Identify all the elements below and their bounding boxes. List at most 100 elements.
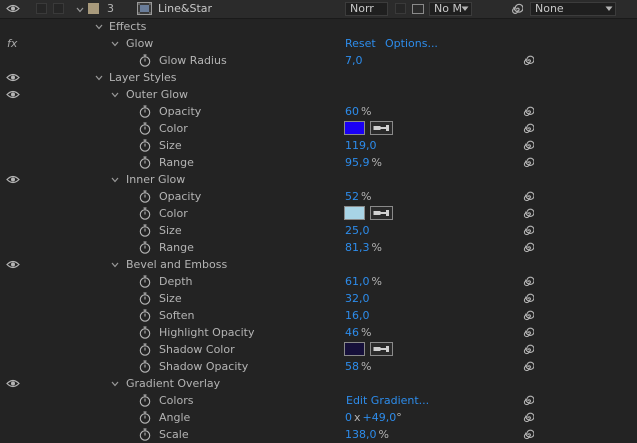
eyedropper-button[interactable]	[370, 342, 393, 356]
eye-icon[interactable]	[6, 379, 20, 388]
expression-pick-whip-icon[interactable]	[522, 225, 534, 237]
eye-icon[interactable]	[6, 4, 20, 13]
property-value[interactable]: 138,0%	[345, 426, 389, 443]
options-link[interactable]: Options...	[385, 35, 438, 52]
property-value[interactable]: 52%	[345, 188, 371, 205]
property-row-shadow-opacity[interactable]: Shadow Opacity 58%	[0, 358, 637, 375]
property-value[interactable]: 58%	[345, 358, 371, 375]
color-swatch[interactable]	[344, 121, 365, 135]
property-row-range[interactable]: Range 81,3%	[0, 239, 637, 256]
stopwatch-icon[interactable]	[139, 360, 151, 373]
value-number[interactable]: 138,0	[345, 428, 377, 441]
expression-pick-whip-icon[interactable]	[522, 208, 534, 220]
property-row-colors[interactable]: Colors Edit Gradient...	[0, 392, 637, 409]
property-row-glow[interactable]: fx Glow Reset Options...	[0, 35, 637, 52]
value-number[interactable]: 119,0	[345, 139, 377, 152]
reset-link[interactable]: Reset	[345, 35, 376, 52]
color-swatch[interactable]	[344, 206, 365, 220]
property-row-soften[interactable]: Soften 16,0	[0, 307, 637, 324]
property-row-effects[interactable]: Effects	[0, 18, 637, 35]
chevron-down-icon[interactable]	[95, 74, 103, 82]
expression-pick-whip-icon[interactable]	[522, 395, 534, 407]
chevron-down-icon[interactable]	[111, 176, 119, 184]
property-value[interactable]: 60%	[345, 103, 371, 120]
property-value[interactable]: 0 x +49,0°	[345, 409, 402, 426]
expression-pick-whip-icon[interactable]	[522, 310, 534, 322]
expression-pick-whip-icon[interactable]	[522, 429, 534, 441]
property-value[interactable]: 81,3%	[345, 239, 382, 256]
value-number[interactable]: 0	[345, 411, 352, 424]
chevron-down-icon[interactable]	[111, 40, 119, 48]
eye-icon[interactable]	[6, 90, 20, 99]
stopwatch-icon[interactable]	[139, 241, 151, 254]
chevron-down-icon[interactable]	[461, 6, 469, 12]
eyedropper-button[interactable]	[370, 206, 393, 220]
eye-icon[interactable]	[6, 260, 20, 269]
fx-toggle-icon[interactable]: fx	[7, 35, 17, 52]
property-row-shadow-color[interactable]: Shadow Color	[0, 341, 637, 358]
stopwatch-icon[interactable]	[139, 428, 151, 441]
property-row-size[interactable]: Size 119,0	[0, 137, 637, 154]
stopwatch-icon[interactable]	[139, 122, 151, 135]
preserve-transparency-box[interactable]	[395, 3, 406, 14]
property-row-inner-glow[interactable]: Inner Glow	[0, 171, 637, 188]
edit-gradient-link[interactable]: Edit Gradient...	[346, 392, 429, 409]
property-row-size[interactable]: Size 32,0	[0, 290, 637, 307]
expression-pick-whip-icon[interactable]	[522, 55, 534, 67]
value-number[interactable]: 25,0	[345, 224, 370, 237]
expression-pick-whip-icon[interactable]	[522, 327, 534, 339]
property-row-layer-styles[interactable]: Layer Styles	[0, 69, 637, 86]
expression-pick-whip-icon[interactable]	[522, 276, 534, 288]
property-row-angle[interactable]: Angle 0 x +49,0°	[0, 409, 637, 426]
blend-mode-dropdown[interactable]: Norr	[345, 2, 388, 16]
layer-header-row[interactable]: 3 Line&Star Norr No M None	[0, 0, 637, 19]
stopwatch-icon[interactable]	[139, 105, 151, 118]
property-row-glow-radius[interactable]: Glow Radius 7,0	[0, 52, 637, 69]
property-value[interactable]: 46%	[345, 324, 371, 341]
stopwatch-icon[interactable]	[139, 54, 151, 67]
property-row-gradient-overlay[interactable]: Gradient Overlay	[0, 375, 637, 392]
property-row-range[interactable]: Range 95,9%	[0, 154, 637, 171]
stopwatch-icon[interactable]	[139, 309, 151, 322]
chevron-down-icon[interactable]	[111, 91, 119, 99]
value-degrees[interactable]: +49,0	[363, 411, 397, 424]
value-number[interactable]: 52	[345, 190, 359, 203]
stopwatch-icon[interactable]	[139, 156, 151, 169]
value-number[interactable]: 7,0	[345, 54, 363, 67]
value-number[interactable]: 95,9	[345, 156, 370, 169]
chevron-down-icon[interactable]	[605, 6, 613, 12]
expression-pick-whip-icon[interactable]	[522, 293, 534, 305]
property-value[interactable]: 25,0	[345, 222, 370, 239]
value-number[interactable]: 46	[345, 326, 359, 339]
property-row-scale[interactable]: Scale 138,0%	[0, 426, 637, 443]
eye-icon[interactable]	[6, 175, 20, 184]
stopwatch-icon[interactable]	[139, 326, 151, 339]
stopwatch-icon[interactable]	[139, 224, 151, 237]
property-row-depth[interactable]: Depth 61,0%	[0, 273, 637, 290]
property-value[interactable]: 95,9%	[345, 154, 382, 171]
value-number[interactable]: 61,0	[345, 275, 370, 288]
property-row-outer-glow[interactable]: Outer Glow	[0, 86, 637, 103]
pick-whip-icon[interactable]	[510, 3, 523, 16]
property-row-color[interactable]: Color	[0, 205, 637, 222]
stopwatch-icon[interactable]	[139, 275, 151, 288]
property-row-opacity[interactable]: Opacity 52%	[0, 188, 637, 205]
chevron-down-icon[interactable]	[111, 380, 119, 388]
expression-pick-whip-icon[interactable]	[522, 191, 534, 203]
property-row-opacity[interactable]: Opacity 60%	[0, 103, 637, 120]
color-swatch[interactable]	[344, 342, 365, 356]
parent-dropdown[interactable]: None	[530, 2, 616, 16]
property-value[interactable]: 32,0	[345, 290, 370, 307]
solo-switch-box[interactable]	[53, 3, 64, 14]
stopwatch-icon[interactable]	[139, 394, 151, 407]
property-value[interactable]: 119,0	[345, 137, 377, 154]
expression-pick-whip-icon[interactable]	[522, 361, 534, 373]
expression-pick-whip-icon[interactable]	[522, 123, 534, 135]
property-row-color[interactable]: Color	[0, 120, 637, 137]
expression-pick-whip-icon[interactable]	[522, 242, 534, 254]
label-color-swatch[interactable]	[88, 3, 99, 14]
chevron-down-icon[interactable]	[111, 261, 119, 269]
expression-pick-whip-icon[interactable]	[522, 140, 534, 152]
property-value[interactable]: 61,0%	[345, 273, 382, 290]
value-number[interactable]: 81,3	[345, 241, 370, 254]
